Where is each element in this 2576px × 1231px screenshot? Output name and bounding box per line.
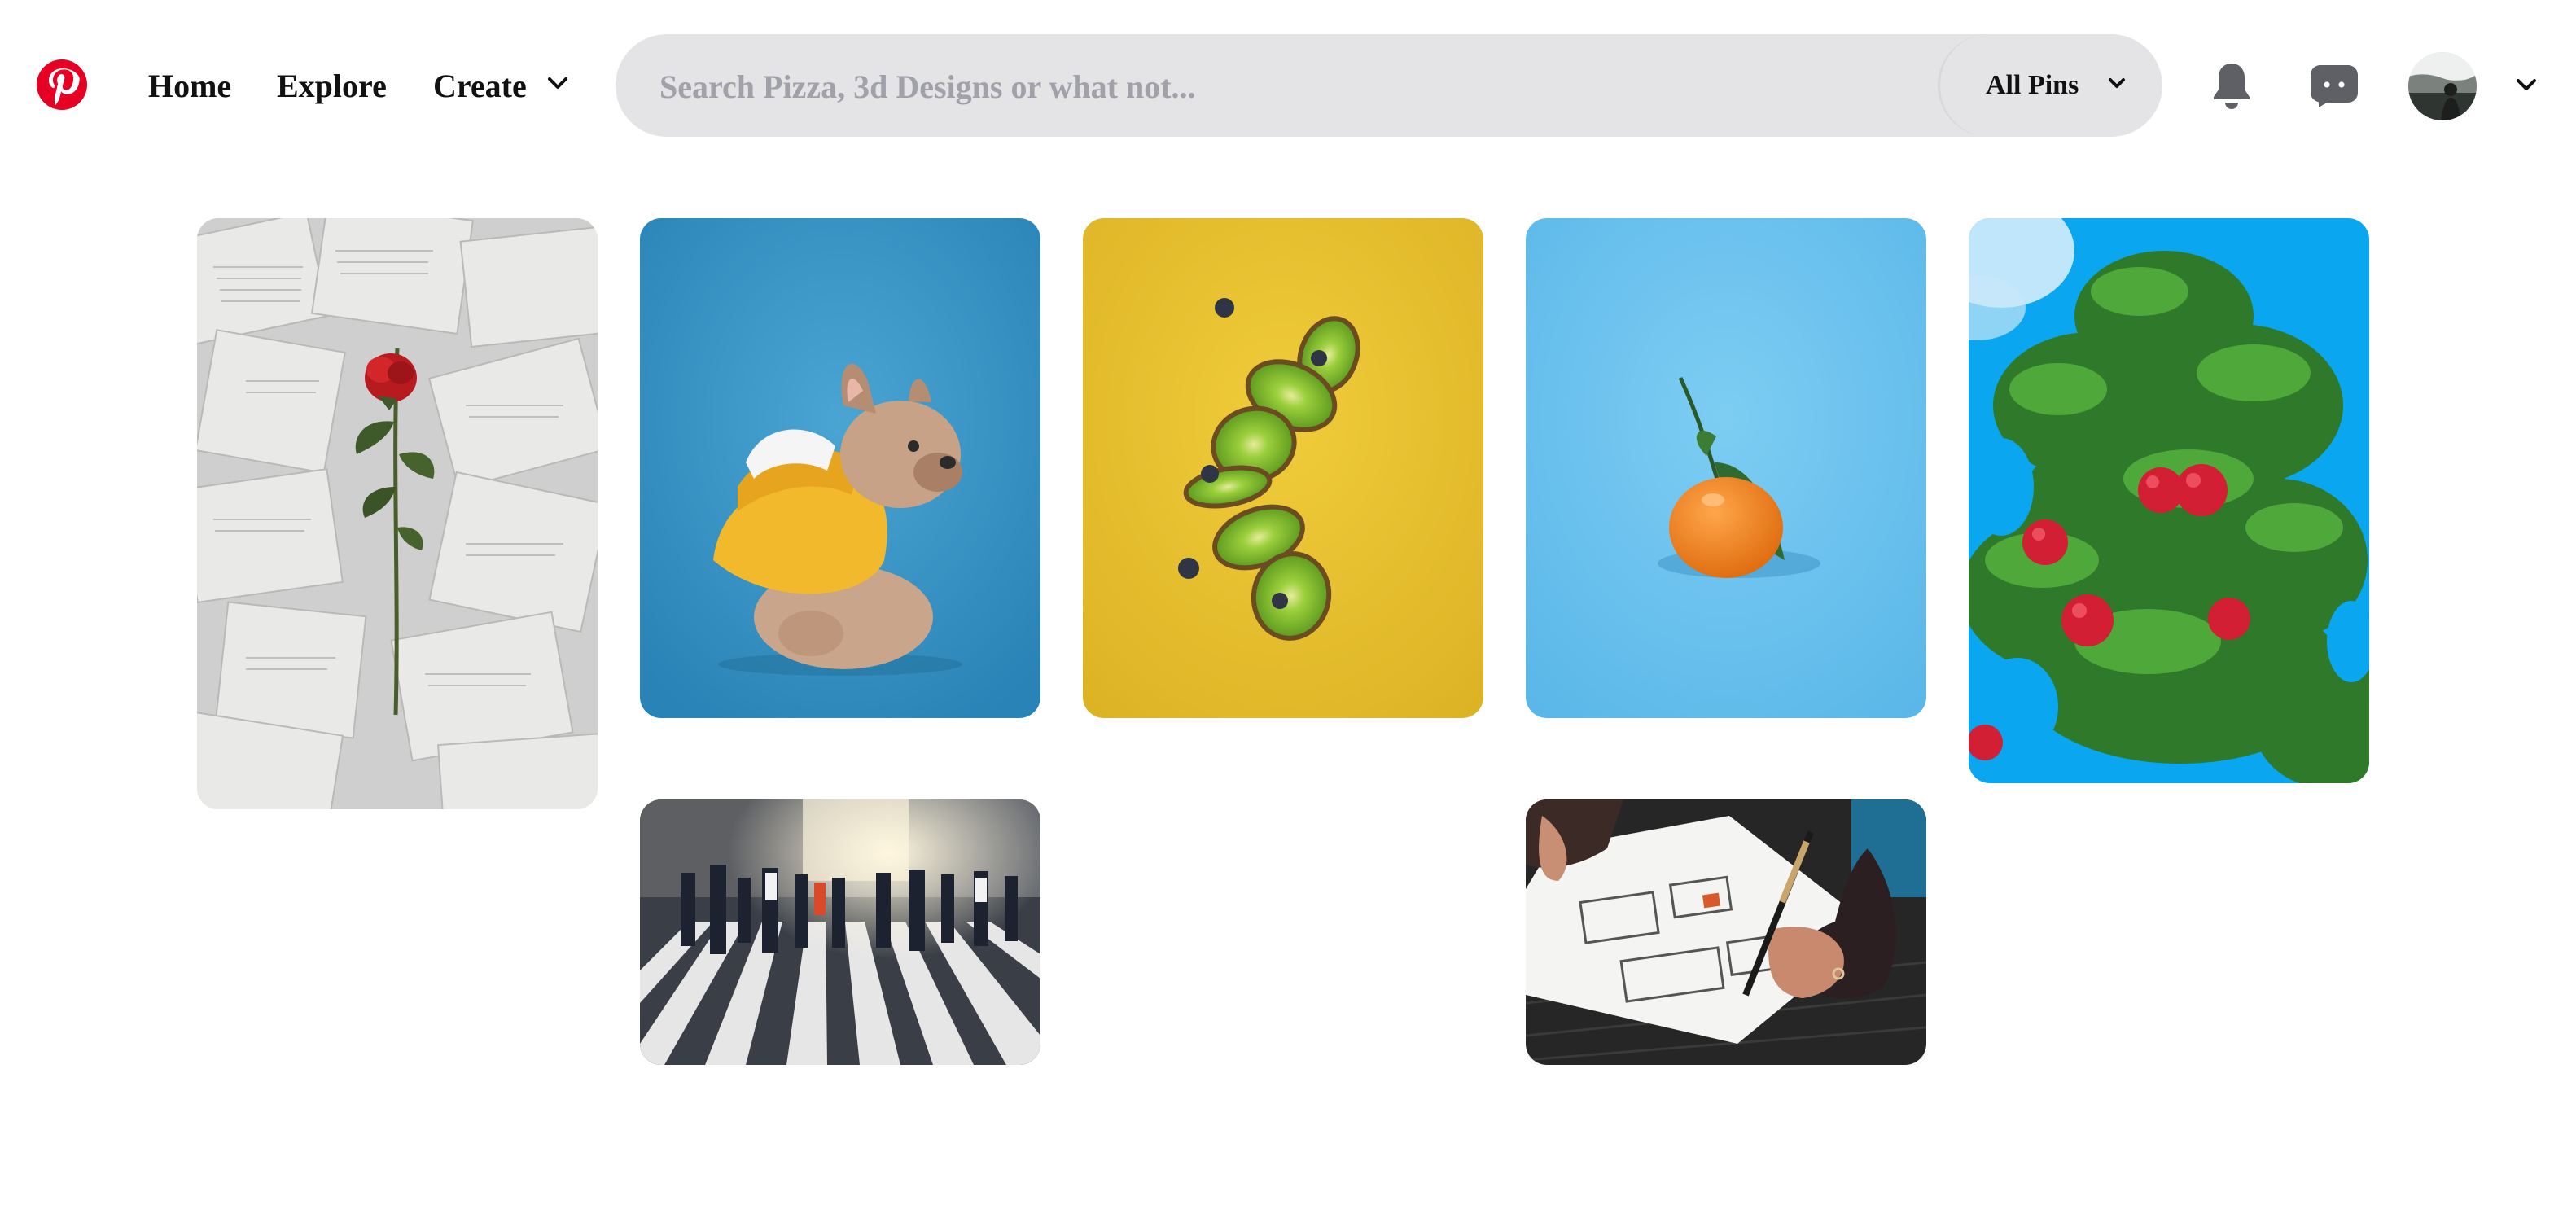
nav-home-link[interactable]: Home [148,64,231,109]
chat-icon[interactable] [2311,65,2358,107]
search-input[interactable] [658,34,1964,138]
chevron-down-icon[interactable] [2516,77,2537,93]
all-pins-filter-dropdown[interactable]: All Pins [1938,34,2162,137]
pin-crosswalk-image[interactable] [640,799,1040,1065]
nav-create-menu[interactable]: Create [433,64,527,109]
bell-icon[interactable] [2208,60,2255,111]
pin-rose-image[interactable] [197,218,598,809]
nav-explore-link[interactable]: Explore [277,64,387,109]
avatar[interactable] [2408,52,2477,120]
filter-label: All Pins [1986,70,2079,100]
pin-bulldog-image[interactable] [640,218,1040,718]
pin-kiwi-image[interactable] [1083,218,1483,718]
pin-tangerine-image[interactable] [1526,218,1926,718]
search-bar: All Pins [616,34,2162,138]
chevron-down-icon[interactable] [547,75,568,91]
pin-sketch-image[interactable] [1526,799,1926,1065]
pinterest-logo-icon[interactable] [36,59,88,111]
chevron-down-icon [2108,77,2126,91]
pin-apple-tree-image[interactable] [1969,218,2369,783]
